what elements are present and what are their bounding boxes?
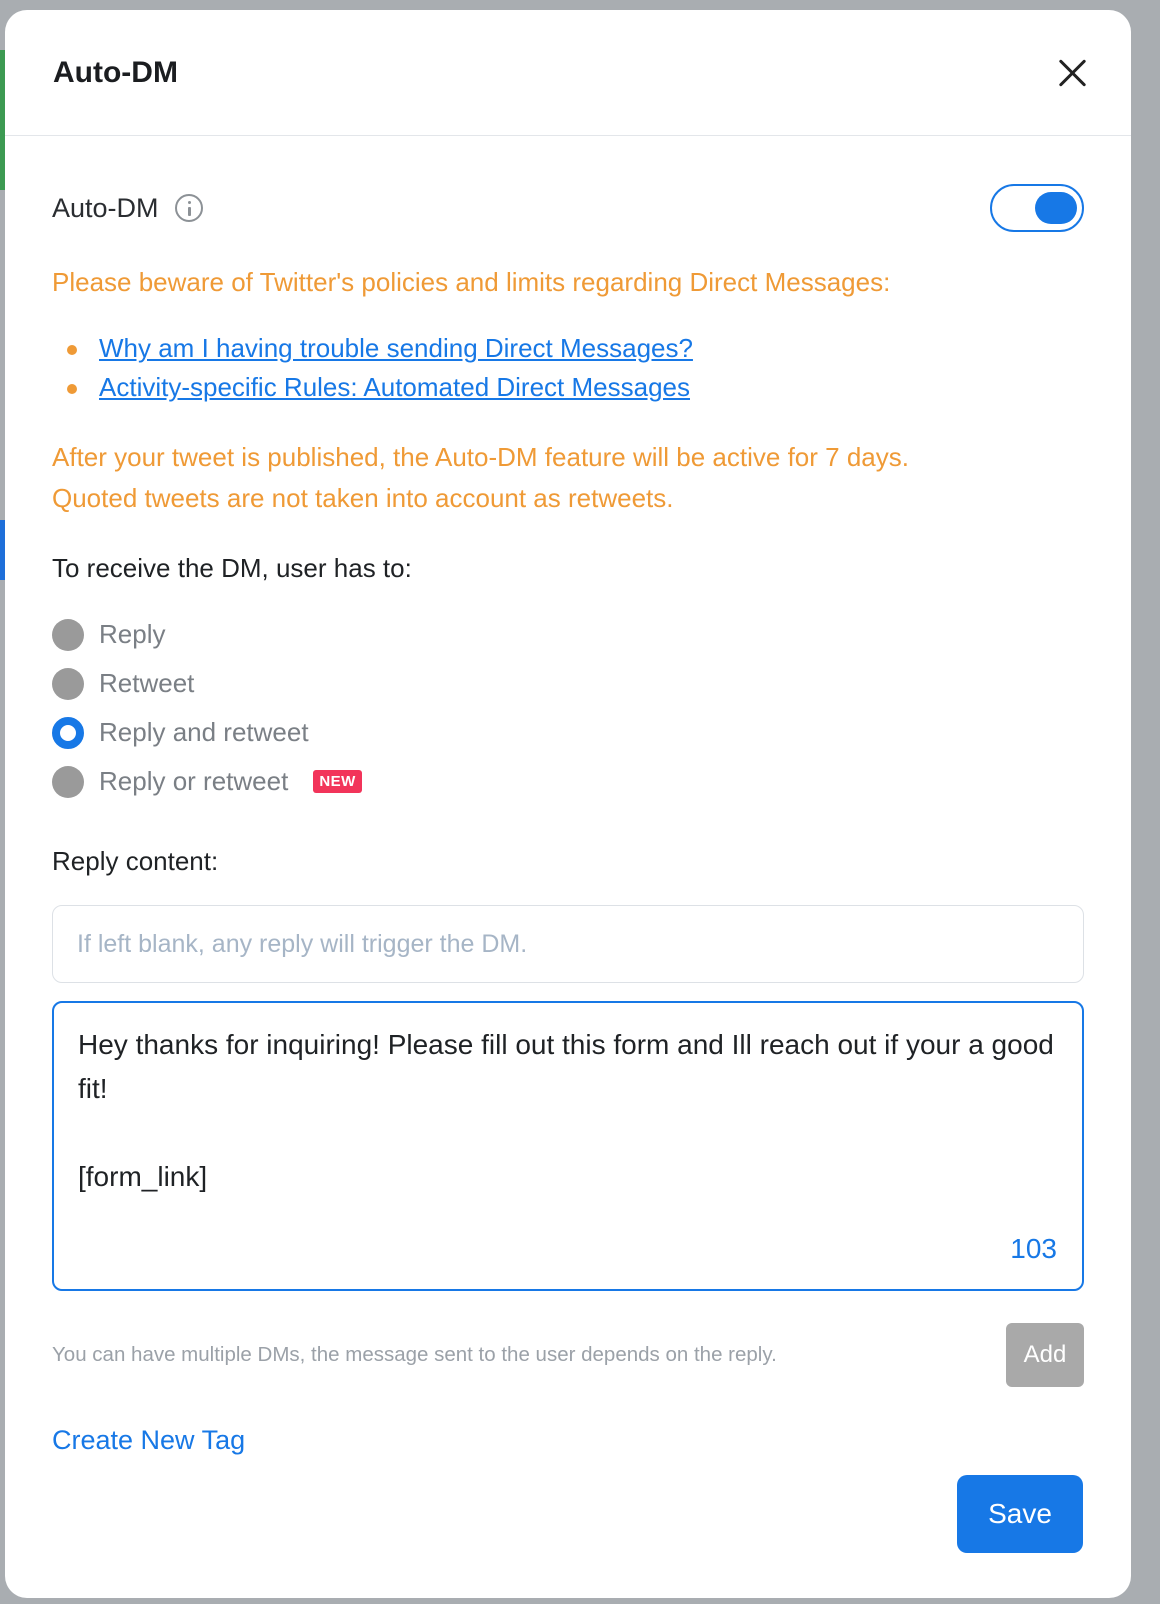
create-new-tag-link[interactable]: Create New Tag — [52, 1425, 1084, 1456]
close-icon[interactable] — [1053, 53, 1093, 93]
radio-label: Reply or retweet — [99, 766, 289, 796]
radio-option-retweet[interactable]: Retweet — [52, 659, 1084, 708]
toggle-knob — [1035, 192, 1077, 224]
automated-dm-rules-link[interactable]: Activity-specific Rules: Automated Direc… — [99, 372, 690, 402]
auto-dm-label: Auto-DM — [52, 192, 159, 223]
active-duration-note: After your tweet is published, the Auto-… — [52, 437, 1084, 519]
radio-label: Reply and retweet — [99, 717, 309, 747]
quoted-tweets-line: Quoted tweets are not taken into account… — [52, 483, 674, 513]
radio-button-selected[interactable] — [52, 716, 84, 749]
auto-dm-toggle-row: Auto-DM — [52, 184, 1084, 232]
active-duration-line: After your tweet is published, the Auto-… — [52, 442, 909, 472]
save-button[interactable]: Save — [957, 1475, 1083, 1553]
modal-title: Auto-DM — [53, 55, 178, 89]
receive-condition-options: Reply Retweet Reply and retweet Reply or… — [52, 610, 1084, 806]
receive-condition-label: To receive the DM, user has to: — [52, 553, 412, 583]
radio-option-reply-or-retweet[interactable]: Reply or retweet NEW — [52, 757, 1084, 806]
radio-option-reply[interactable]: Reply — [52, 610, 1084, 659]
modal-header: Auto-DM — [5, 10, 1131, 136]
dm-trouble-link[interactable]: Why am I having trouble sending Direct M… — [99, 333, 693, 363]
radio-label: Reply — [99, 619, 166, 649]
modal-body: Auto-DM Please beware of Twitter's polic… — [5, 184, 1131, 1456]
dm-message-editor[interactable]: Hey thanks for inquiring! Please fill ou… — [52, 1001, 1084, 1291]
radio-button[interactable] — [52, 667, 84, 700]
info-icon[interactable] — [174, 194, 203, 222]
char-counter: 103 — [1010, 1233, 1057, 1264]
policy-warning: Please beware of Twitter's policies and … — [52, 267, 891, 297]
radio-button[interactable] — [52, 618, 84, 651]
radio-label: Retweet — [99, 668, 195, 698]
reply-content-input[interactable] — [77, 929, 1059, 959]
policy-link-item: Why am I having trouble sending Direct M… — [52, 329, 1084, 368]
add-button[interactable]: Add — [1006, 1323, 1084, 1387]
new-badge: NEW — [313, 770, 362, 793]
radio-button[interactable] — [52, 765, 84, 798]
radio-option-reply-and-retweet[interactable]: Reply and retweet — [52, 708, 1084, 757]
policy-link-item: Activity-specific Rules: Automated Direc… — [52, 368, 1084, 407]
reply-content-field — [52, 905, 1084, 983]
auto-dm-modal: Auto-DM Auto-DM Please beware of Twitter… — [5, 10, 1131, 1598]
multiple-dm-hint: You can have multiple DMs, the message s… — [52, 1343, 777, 1366]
dm-message-text[interactable]: Hey thanks for inquiring! Please fill ou… — [78, 1023, 1058, 1199]
policy-links: Why am I having trouble sending Direct M… — [52, 329, 1084, 407]
reply-content-label: Reply content: — [52, 846, 219, 876]
auto-dm-toggle[interactable] — [990, 184, 1084, 232]
add-dm-row: You can have multiple DMs, the message s… — [52, 1323, 1084, 1387]
toggle-label-wrap: Auto-DM — [52, 193, 203, 224]
